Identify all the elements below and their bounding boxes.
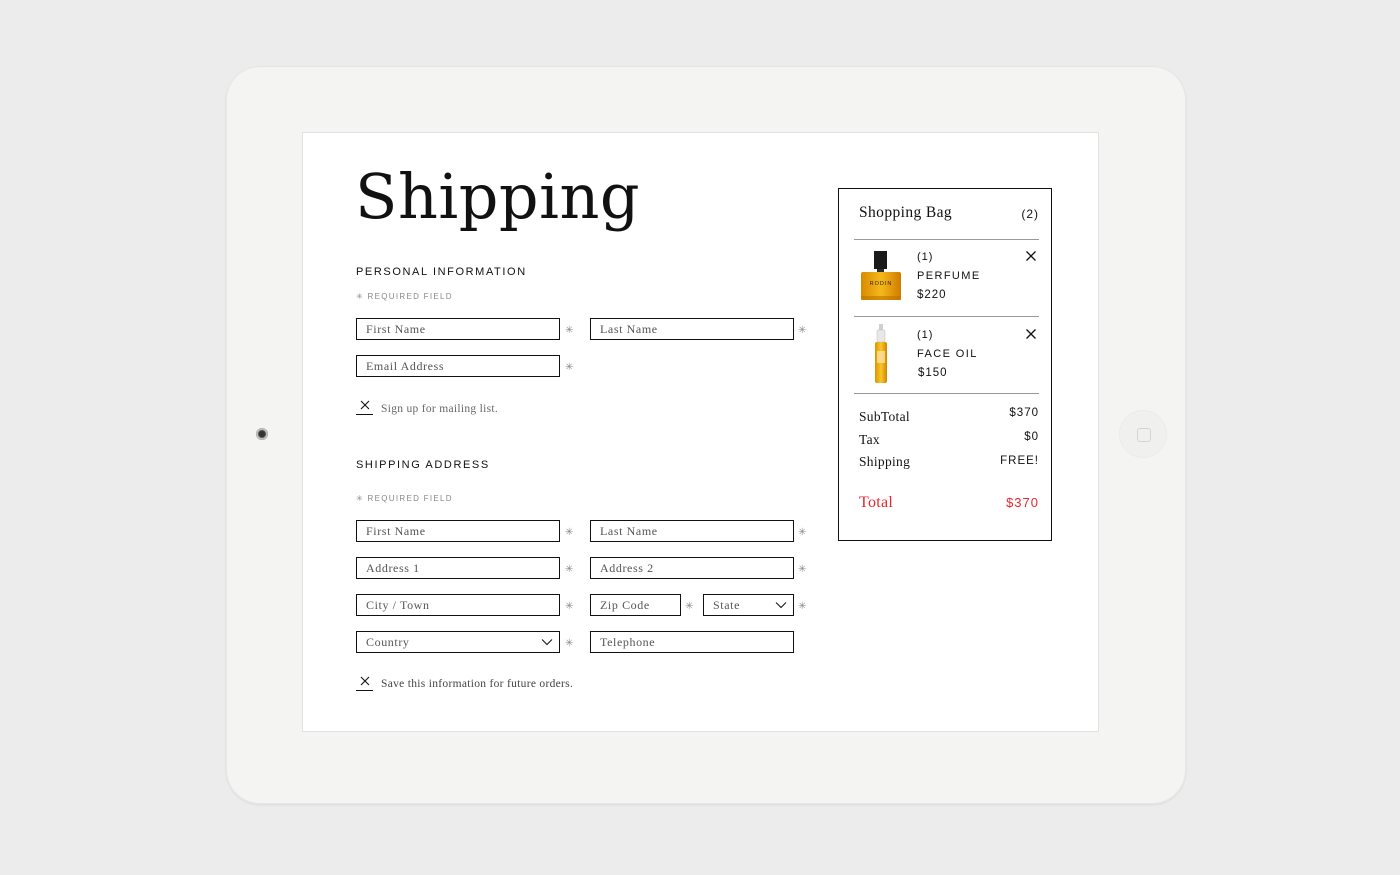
- state-select[interactable]: State: [703, 594, 794, 616]
- required-mark: ✳: [565, 564, 574, 575]
- tax-label: Tax: [859, 432, 880, 447]
- shipping-last-name-input[interactable]: [591, 521, 793, 541]
- shipping-cost-label: Shipping: [859, 454, 911, 469]
- required-field-note: ✳ REQUIRED FIELD: [356, 494, 453, 503]
- email-field[interactable]: [356, 355, 560, 377]
- item-quantity: (1): [917, 329, 934, 341]
- required-mark: ✳: [565, 601, 574, 612]
- telephone-input[interactable]: [591, 632, 793, 652]
- shopping-bag-panel: Shopping Bag (2) RODIN (1) PERFUME $220 …: [838, 188, 1052, 541]
- perfume-bottle-icon: RODIN: [858, 249, 904, 309]
- required-field-note: ✳ REQUIRED FIELD: [356, 292, 453, 301]
- item-name: FACE OIL: [917, 348, 978, 360]
- personal-first-name-field[interactable]: [356, 318, 560, 340]
- shipping-first-name-field[interactable]: [356, 520, 560, 542]
- total-value: $370: [1006, 495, 1039, 510]
- item-name: PERFUME: [917, 270, 981, 282]
- personal-info-heading: PERSONAL INFORMATION: [356, 266, 527, 278]
- check-x-icon: [360, 400, 370, 410]
- address1-field[interactable]: [356, 557, 560, 579]
- face-oil-bottle-icon: [858, 323, 904, 383]
- required-mark: ✳: [685, 601, 694, 612]
- subtotal-value: $370: [1009, 407, 1039, 419]
- divider: [854, 393, 1039, 394]
- home-button[interactable]: [1120, 411, 1166, 457]
- item-quantity: (1): [917, 251, 934, 263]
- camera-icon: [256, 428, 268, 440]
- city-input[interactable]: [357, 595, 559, 615]
- required-mark: ✳: [798, 527, 807, 538]
- required-mark: ✳: [798, 564, 807, 575]
- chevron-down-icon: [775, 602, 787, 609]
- mailing-list-label: Sign up for mailing list.: [381, 403, 499, 415]
- total-label: Total: [859, 494, 894, 511]
- telephone-field[interactable]: [590, 631, 794, 653]
- home-square-icon: [1137, 428, 1151, 442]
- required-mark: ✳: [565, 527, 574, 538]
- address2-input[interactable]: [591, 558, 793, 578]
- personal-first-name-input[interactable]: [357, 319, 559, 339]
- personal-last-name-field[interactable]: [590, 318, 794, 340]
- city-field[interactable]: [356, 594, 560, 616]
- divider: [854, 316, 1039, 317]
- shipping-first-name-input[interactable]: [357, 521, 559, 541]
- perfume-brand-label: RODIN: [870, 281, 893, 287]
- shipping-last-name-field[interactable]: [590, 520, 794, 542]
- tax-value: $0: [1024, 431, 1039, 443]
- tablet-screen: Shipping PERSONAL INFORMATION ✳ REQUIRED…: [303, 133, 1098, 731]
- country-select-value: Country: [366, 635, 410, 649]
- zip-field[interactable]: [590, 594, 681, 616]
- item-price: $220: [917, 289, 947, 301]
- save-info-label: Save this information for future orders.: [381, 678, 574, 690]
- personal-last-name-input[interactable]: [591, 319, 793, 339]
- address2-field[interactable]: [590, 557, 794, 579]
- required-mark: ✳: [565, 362, 574, 373]
- mailing-list-checkbox[interactable]: [356, 400, 373, 415]
- save-info-checkbox[interactable]: [356, 676, 373, 691]
- item-price: $150: [918, 367, 948, 379]
- required-mark: ✳: [798, 325, 807, 336]
- bag-title: Shopping Bag: [859, 204, 953, 221]
- shipping-cost-value: FREE!: [1000, 455, 1039, 467]
- address1-input[interactable]: [357, 558, 559, 578]
- subtotal-label: SubTotal: [859, 409, 910, 424]
- country-select[interactable]: Country: [356, 631, 560, 653]
- state-select-value: State: [713, 598, 740, 612]
- required-mark: ✳: [565, 638, 574, 649]
- chevron-down-icon: [541, 639, 553, 646]
- bag-count: (2): [1021, 207, 1039, 221]
- page-title: Shipping: [355, 160, 641, 233]
- email-input[interactable]: [357, 356, 559, 376]
- shipping-address-heading: SHIPPING ADDRESS: [356, 459, 490, 471]
- divider: [854, 239, 1039, 240]
- required-mark: ✳: [565, 325, 574, 336]
- remove-item-icon[interactable]: [1025, 328, 1037, 340]
- zip-input[interactable]: [591, 595, 680, 615]
- required-mark: ✳: [798, 601, 807, 612]
- check-x-icon: [360, 676, 370, 686]
- remove-item-icon[interactable]: [1025, 250, 1037, 262]
